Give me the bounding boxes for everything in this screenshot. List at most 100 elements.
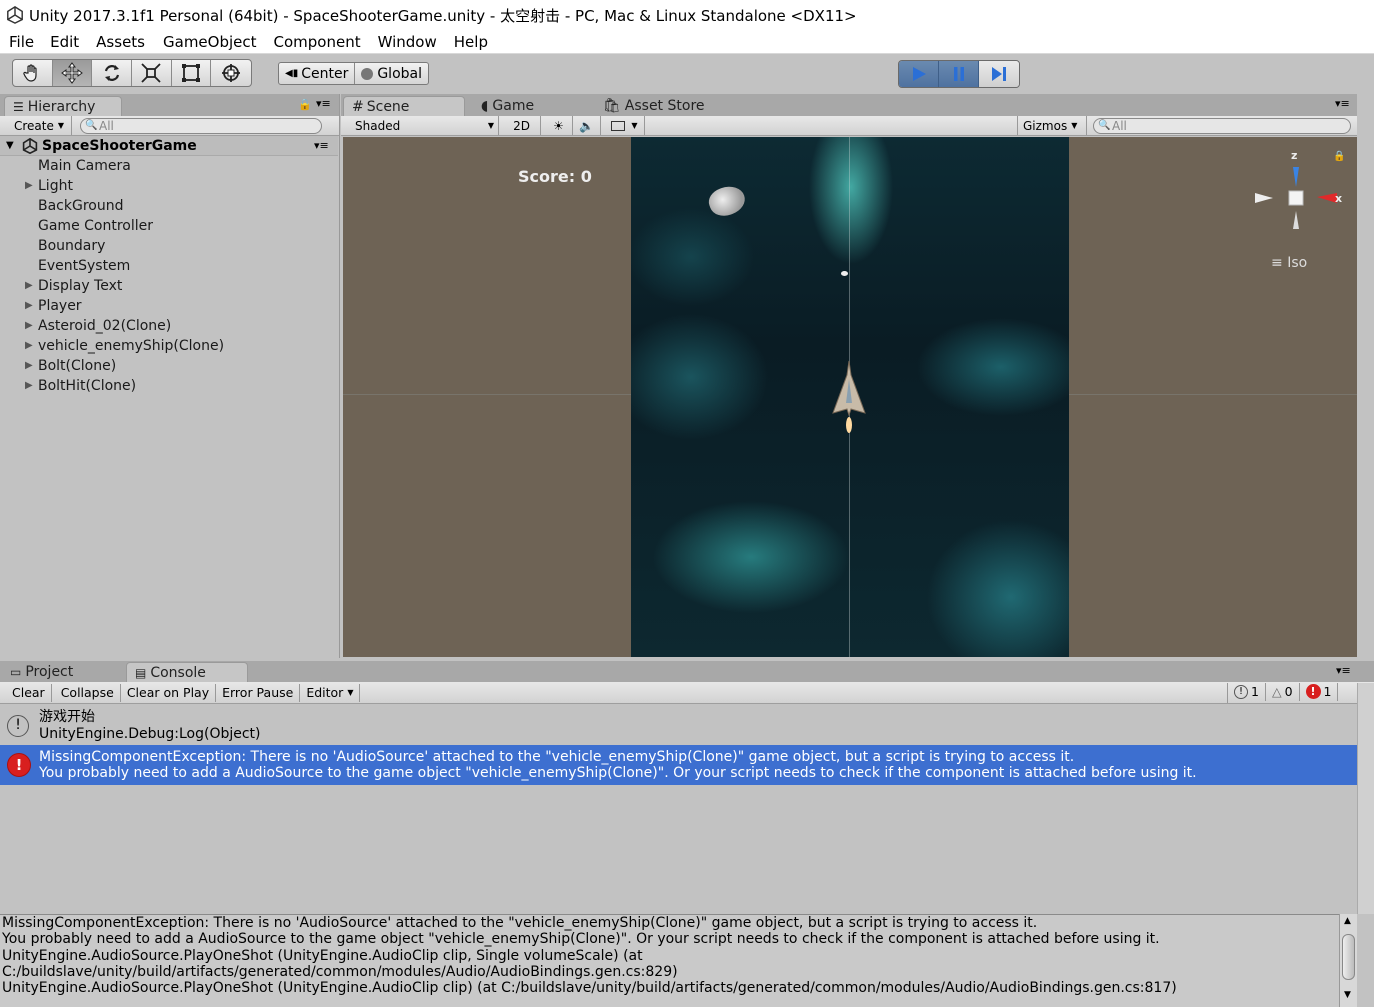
hierarchy-item[interactable]: ▶ Display Text <box>0 276 338 296</box>
panel-menu-icon[interactable]: ▾≡ <box>1336 664 1351 677</box>
create-dropdown[interactable]: Create ▼ <box>0 116 72 135</box>
menu-component[interactable]: Component <box>274 33 361 51</box>
hierarchy-item[interactable]: ▶ Bolt(Clone) <box>0 356 338 376</box>
shading-dropdown[interactable]: Shaded ▼ <box>341 116 499 135</box>
lock-icon[interactable]: 🔒 <box>298 98 312 111</box>
scroll-down-icon[interactable]: ▼ <box>1344 990 1351 1000</box>
panel-menu-icon[interactable]: ▾≡ <box>316 97 331 110</box>
menu-help[interactable]: Help <box>454 33 488 51</box>
pivot-center-button[interactable]: ◀▮ Center <box>279 63 356 84</box>
info-toggle[interactable]: ! 1 <box>1228 682 1266 701</box>
menu-assets[interactable]: Assets <box>96 33 145 51</box>
rect-tool-button[interactable] <box>172 60 212 86</box>
expand-arrow-icon[interactable]: ▶ <box>25 276 33 296</box>
detail-line: UnityEngine.AudioSource.PlayOneShot (Uni… <box>2 947 643 964</box>
pause-button[interactable] <box>939 61 979 87</box>
log-message-line1: 游戏开始 <box>39 709 95 725</box>
clear-button[interactable]: Clear <box>6 683 52 702</box>
step-button[interactable] <box>979 61 1019 87</box>
hierarchy-item[interactable]: EventSystem <box>0 256 338 276</box>
scene-search-input[interactable]: 🔍 All <box>1093 118 1351 134</box>
hierarchy-item[interactable]: Main Camera <box>0 156 338 176</box>
2d-toggle[interactable]: 2D <box>503 116 541 135</box>
search-icon: 🔍 <box>85 120 98 131</box>
orientation-gizmo[interactable] <box>1253 149 1343 259</box>
globe-icon <box>361 67 374 80</box>
detail-scrollbar[interactable]: ▲ ▼ <box>1339 914 1357 1007</box>
scene-menu-icon[interactable]: ▾≡ <box>314 136 329 156</box>
menu-window[interactable]: Window <box>378 33 437 51</box>
scene-viewport[interactable]: Score: 0 z x 🔒 ≡ Iso <box>343 137 1357 657</box>
tab-project[interactable]: ▭ Project <box>2 662 120 682</box>
hierarchy-item-label: Player <box>38 298 82 314</box>
log-entry-info[interactable]: ! 游戏开始 UnityEngine.Debug:Log(Object) <box>0 705 1357 745</box>
scrollbar-thumb[interactable] <box>1342 934 1355 980</box>
gizmo-lock-icon[interactable]: 🔒 <box>1333 151 1345 162</box>
rotate-tool-button[interactable] <box>92 60 133 86</box>
log-count-toggles: ! 1 △ 0 ! 1 <box>1227 682 1339 703</box>
move-tool-button[interactable] <box>52 60 93 86</box>
projection-toggle[interactable]: ≡ Iso <box>1271 255 1307 271</box>
menu-file[interactable]: File <box>9 33 34 51</box>
editor-dropdown[interactable]: Editor ▼ <box>300 683 361 702</box>
expand-arrow-icon[interactable]: ▶ <box>25 376 33 396</box>
collapse-button[interactable]: Collapse <box>55 683 121 702</box>
hierarchy-items: Main Camera ▶ Light BackGround Game Controll… <box>0 156 338 396</box>
menu-edit[interactable]: Edit <box>50 33 79 51</box>
lighting-toggle[interactable]: ☀ <box>545 116 573 135</box>
error-toggle[interactable]: ! 1 <box>1300 682 1339 701</box>
hierarchy-search-input[interactable]: 🔍 All <box>80 118 322 134</box>
expand-arrow-icon[interactable]: ▶ <box>25 316 33 336</box>
collapse-label: Collapse <box>60 685 114 700</box>
hierarchy-item[interactable]: Boundary <box>0 236 338 256</box>
tab-scene[interactable]: # Scene <box>343 96 465 116</box>
hierarchy-item[interactable]: ▶ Light <box>0 176 338 196</box>
menu-gameobject[interactable]: GameObject <box>163 33 257 51</box>
effects-dropdown[interactable]: ▼ <box>605 116 645 135</box>
list-icon: ☰ <box>13 99 24 114</box>
expand-arrow-icon[interactable]: ▶ <box>25 176 33 196</box>
expand-arrow-icon[interactable]: ▶ <box>25 296 33 316</box>
hierarchy-item-label: vehicle_enemyShip(Clone) <box>38 338 225 354</box>
pivot-global-button[interactable]: Global <box>355 63 428 84</box>
player-ship-sprite[interactable] <box>831 359 867 445</box>
expand-arrow-icon[interactable]: ▶ <box>25 356 33 376</box>
asteroid-sprite[interactable] <box>705 181 749 221</box>
tab-console[interactable]: ▤ Console <box>126 662 248 682</box>
menu-bar: File Edit Assets GameObject Component Wi… <box>0 30 1374 54</box>
tab-hierarchy[interactable]: ☰ Hierarchy <box>4 96 122 116</box>
scale-tool-button[interactable] <box>132 60 172 86</box>
detail-line: MissingComponentException: There is no '… <box>2 915 1038 931</box>
gizmos-dropdown[interactable]: Gizmos ▼ <box>1017 116 1087 135</box>
rotate-icon <box>104 65 119 81</box>
log-detail-pane[interactable]: MissingComponentException: There is no '… <box>0 914 1357 1007</box>
log-entry-error[interactable]: ! MissingComponentException: There is no… <box>0 745 1357 785</box>
transform-tool-button[interactable] <box>211 60 251 86</box>
clear-on-play-button[interactable]: Clear on Play <box>121 683 217 702</box>
play-button[interactable] <box>899 61 939 87</box>
hand-tool-button[interactable] <box>13 60 53 86</box>
scroll-up-icon[interactable]: ▲ <box>1344 916 1351 926</box>
audio-toggle[interactable]: 🔈 <box>573 116 601 135</box>
tab-game[interactable]: ◖ Game <box>473 96 583 116</box>
tab-asset-store[interactable]: 🛍 Asset Store <box>595 96 725 116</box>
warning-toggle[interactable]: △ 0 <box>1266 682 1300 701</box>
scale-icon <box>141 63 161 83</box>
search-icon: 🔍 <box>1098 120 1111 131</box>
dropdown-arrow-icon: ▼ <box>57 121 65 130</box>
hierarchy-item[interactable]: ▶ vehicle_enemyShip(Clone) <box>0 336 338 356</box>
expand-arrow-icon[interactable]: ▶ <box>25 336 33 356</box>
hierarchy-item[interactable]: Game Controller <box>0 216 338 236</box>
hierarchy-item-label: BoltHit(Clone) <box>38 378 137 394</box>
hierarchy-item[interactable]: ▶ Player <box>0 296 338 316</box>
error-pause-button[interactable]: Error Pause <box>216 683 301 702</box>
scene-search-placeholder: All <box>1112 119 1127 133</box>
scene-root[interactable]: ▼ SpaceShooterGame ▾≡ <box>0 136 338 156</box>
hierarchy-item[interactable]: ▶ Asteroid_02(Clone) <box>0 316 338 336</box>
bolt-sprite[interactable] <box>841 271 848 276</box>
console-right-scrollbar[interactable] <box>1357 683 1374 914</box>
hierarchy-item[interactable]: BackGround <box>0 196 338 216</box>
hierarchy-item-label: Bolt(Clone) <box>38 358 117 374</box>
panel-menu-icon[interactable]: ▾≡ <box>1335 97 1350 110</box>
hierarchy-item[interactable]: ▶ BoltHit(Clone) <box>0 376 338 396</box>
